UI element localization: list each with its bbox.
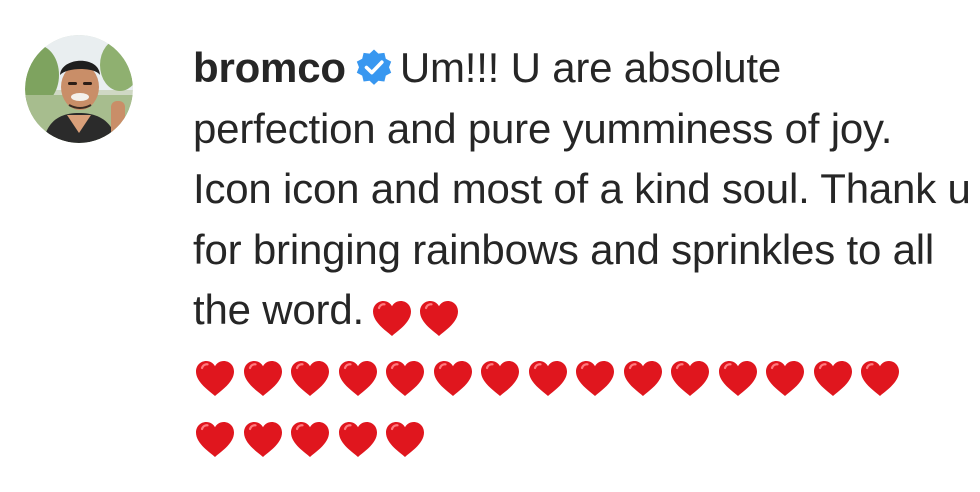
red-heart-emoji [193,357,237,401]
red-heart-emoji [526,357,570,401]
red-heart-emoji [811,357,855,401]
red-heart-emoji [858,357,902,401]
profile-photo [25,35,133,143]
verified-badge-icon [354,47,394,87]
red-heart-emoji [370,297,414,341]
comment: bromco Um!!! U are absolute perfection an… [0,0,980,492]
red-heart-emoji [417,297,461,341]
red-heart-emoji [336,357,380,401]
red-heart-emoji [716,357,760,401]
red-heart-emoji [383,418,427,462]
red-heart-emoji [621,357,665,401]
red-heart-emoji [383,357,427,401]
red-heart-emoji [241,357,285,401]
red-heart-emoji [431,357,475,401]
red-heart-emoji [193,418,237,462]
red-heart-emoji [241,418,285,462]
red-heart-emoji [763,357,807,401]
heart-row [193,347,973,408]
red-heart-emoji [336,418,380,462]
comment-text: bromco Um!!! U are absolute perfection an… [193,38,973,468]
red-heart-emoji [478,357,522,401]
heart-group-inline [370,286,465,347]
heart-row [193,407,973,468]
red-heart-emoji [668,357,712,401]
red-heart-emoji [288,357,332,401]
avatar[interactable] [25,35,133,143]
red-heart-emoji [573,357,617,401]
red-heart-emoji [288,418,332,462]
username[interactable]: bromco [193,44,346,91]
